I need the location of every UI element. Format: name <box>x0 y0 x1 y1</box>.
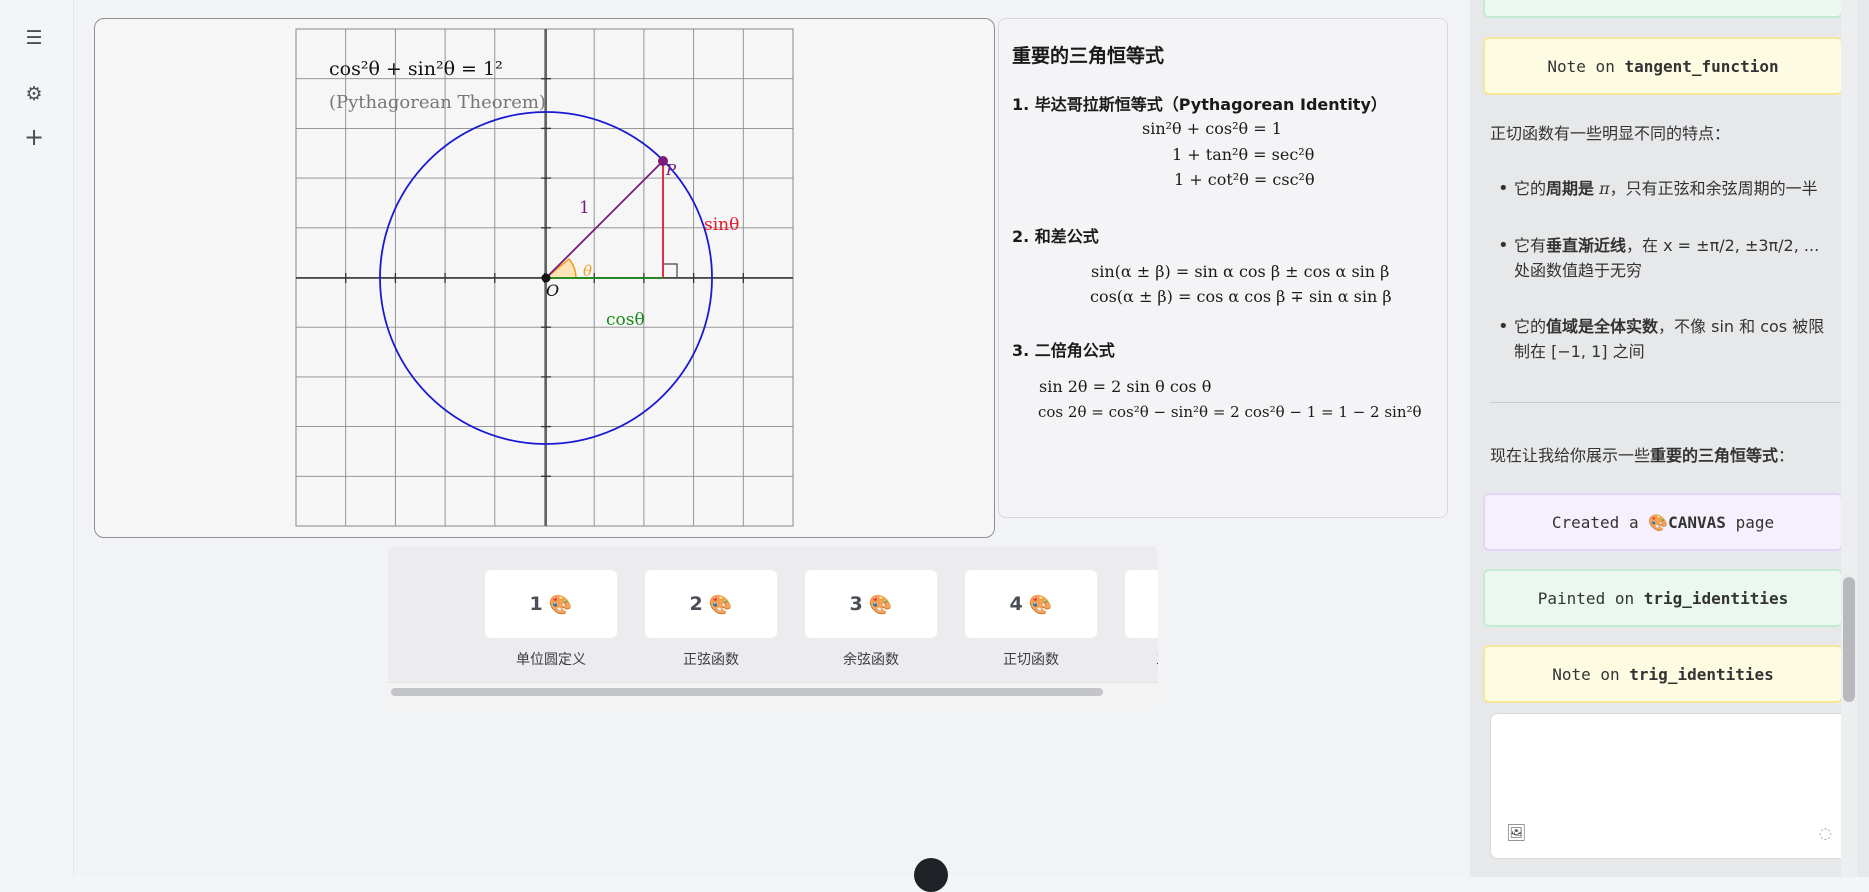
identity-text: cos²θ + sin²θ = 1² <box>329 58 503 80</box>
loading-spinner-icon: ◌ <box>1818 824 1832 842</box>
panel-title: 重要的三角恒等式 <box>1012 45 1165 67</box>
painted-card[interactable]: Painted on trig_identities <box>1483 569 1843 627</box>
angle-label: θ <box>583 262 592 280</box>
cos-label: cosθ <box>606 310 645 330</box>
page-number: 1 <box>529 593 543 615</box>
left-rail: ☰ ⚙ + <box>0 0 73 877</box>
page-number: 4 <box>1009 593 1023 615</box>
chat-scrollbar[interactable] <box>1843 577 1855 702</box>
sin-label: sinθ <box>704 215 739 235</box>
page-thumb-3[interactable]: 3 🎨 余弦函数 <box>805 570 937 688</box>
identities-panel: 重要的三角恒等式 1. 毕达哥拉斯恒等式（Pythagorean Identit… <box>998 18 1448 518</box>
identity-line: 1 + cot²θ = csc²θ <box>1174 170 1315 189</box>
chat-scroll-track <box>1841 0 1857 877</box>
note-identities-card[interactable]: Note on trig_identities <box>1483 645 1843 703</box>
identity-line: sin(α ± β) = sin α cos β ± cos α sin β <box>1091 262 1390 281</box>
chat-input[interactable]: 🖼 ◌ <box>1490 713 1848 859</box>
painted-card-partial <box>1483 0 1843 18</box>
card-target: CANVAS <box>1668 512 1726 532</box>
unit-circle-diagram: cos²θ + sin²θ = 1² (Pythagorean Theorem)… <box>295 28 794 527</box>
theorem-label: (Pythagorean Theorem) <box>329 92 546 113</box>
page-thumb-2[interactable]: 2 🎨 正弦函数 <box>645 570 777 688</box>
palette-icon: 🎨 <box>1648 512 1669 532</box>
card-prefix: Painted on <box>1537 588 1635 608</box>
card-prefix: Note on <box>1547 56 1615 76</box>
card-prefix: Created a <box>1551 512 1639 532</box>
note-tangent-card[interactable]: Note on tangent_function <box>1483 37 1843 95</box>
bullet-asymptote: 它有垂直渐近线，在 x = ±π/2, ±3π/2, ... 处函数值趋于无穷 <box>1490 233 1840 283</box>
bullet-period: 它的周期是 π，只有正弦和余弦周期的一半 <box>1490 176 1840 201</box>
gear-icon[interactable]: ⚙ <box>22 82 46 106</box>
section-heading: 3. 二倍角公式 <box>1012 341 1115 360</box>
page-label: 三角恒等式 <box>1125 649 1158 669</box>
palette-icon: 🎨 <box>708 593 733 616</box>
palette-icon: 🎨 <box>868 593 893 616</box>
app-logo-icon[interactable] <box>914 858 948 892</box>
card-target: trig_identities <box>1643 588 1789 608</box>
created-canvas-card[interactable]: Created a 🎨 CANVAS page <box>1483 493 1843 551</box>
page-thumbnails: 1 🎨 单位圆定义 2 🎨 正弦函数 3 🎨 余弦函数 4 🎨 正切函数 <box>388 546 1158 706</box>
bullet-range: 它的值域是全体实数，不像 sin 和 cos 被限制在 [−1, 1] 之间 <box>1490 314 1840 364</box>
origin-label: O <box>546 281 559 300</box>
hamburger-icon[interactable]: ☰ <box>22 26 46 50</box>
chat-intro: 正切函数有一些明显不同的特点： <box>1490 124 1731 143</box>
chat-lead: 现在让我给你展示一些重要的三角恒等式： <box>1490 446 1795 465</box>
identity-line: cos(α ± β) = cos α cos β ∓ sin α sin β <box>1090 287 1392 306</box>
identity-line: sin²θ + cos²θ = 1 <box>1142 119 1282 138</box>
page-thumb-5[interactable]: 5 🎨 三角恒等式 <box>1125 570 1158 688</box>
page-thumb-4[interactable]: 4 🎨 正切函数 <box>965 570 1097 688</box>
identity-line: sin 2θ = 2 sin θ cos θ <box>1039 377 1212 396</box>
card-target: tangent_function <box>1624 56 1779 76</box>
identity-line: cos 2θ = cos²θ − sin²θ = 2 cos²θ − 1 = 1… <box>1038 403 1422 421</box>
section-heading: 2. 和差公式 <box>1012 227 1099 246</box>
page-label: 余弦函数 <box>843 652 899 668</box>
card-target: trig_identities <box>1629 664 1774 684</box>
palette-icon: 🎨 <box>1028 593 1053 616</box>
identity-line: 1 + tan²θ = sec²θ <box>1172 145 1315 164</box>
main-area: cos²θ + sin²θ = 1² (Pythagorean Theorem)… <box>73 0 1470 892</box>
page-label: 正弦函数 <box>683 652 739 668</box>
radius-label: 1 <box>579 198 590 218</box>
palette-icon: 🎨 <box>548 593 573 616</box>
image-upload-icon[interactable]: 🖼 <box>1506 823 1526 842</box>
unit-circle-canvas[interactable]: cos²θ + sin²θ = 1² (Pythagorean Theorem)… <box>94 18 995 538</box>
point-label: P <box>665 161 677 179</box>
card-prefix: Note on <box>1552 664 1620 684</box>
plus-icon[interactable]: + <box>22 123 46 151</box>
chat-panel: Note on tangent_function 正切函数有一些明显不同的特点：… <box>1470 0 1869 877</box>
chat-divider <box>1490 402 1842 403</box>
page-label: 正切函数 <box>1003 652 1059 668</box>
page-label: 单位圆定义 <box>516 652 586 668</box>
page-number: 3 <box>849 593 863 615</box>
thumbnails-scrollbar[interactable] <box>391 688 1103 696</box>
page-number: 2 <box>689 593 703 615</box>
right-angle-mark <box>663 263 678 278</box>
section-heading: 1. 毕达哥拉斯恒等式（Pythagorean Identity） <box>1012 95 1387 114</box>
page-thumb-1[interactable]: 1 🎨 单位圆定义 <box>485 570 617 688</box>
